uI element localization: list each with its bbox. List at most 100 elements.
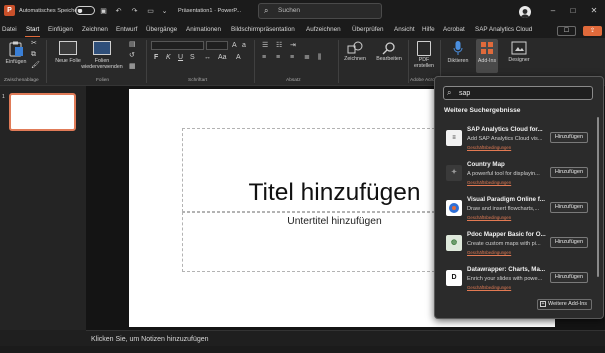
change-case-icon[interactable]: Aa xyxy=(218,53,227,62)
font-family-select[interactable] xyxy=(151,41,204,50)
tab-start[interactable]: Start xyxy=(26,26,39,33)
drawing-label[interactable]: Zeichnen xyxy=(340,56,370,62)
bullets-icon[interactable]: ☰ xyxy=(262,41,268,50)
comments-icon[interactable]: ☐ xyxy=(557,26,576,36)
pdf-icon[interactable] xyxy=(417,41,431,56)
tab-entwurf[interactable]: Entwurf xyxy=(116,26,137,33)
more-addins-button[interactable]: + Weitere Add-Ins xyxy=(537,299,592,310)
paste-icon[interactable] xyxy=(7,41,25,57)
powerpoint-window: P Automatisches Speichern ▣ ↶ ↷ ▭ ⌄ Präs… xyxy=(0,0,605,353)
group-separator xyxy=(146,40,147,83)
font-color-icon[interactable]: A xyxy=(236,53,241,62)
tab-datei[interactable]: Datei xyxy=(2,26,17,33)
char-spacing-icon[interactable]: ↔ xyxy=(204,53,211,62)
indent-icon[interactable]: ⇥ xyxy=(290,41,296,50)
new-slide-icon[interactable] xyxy=(59,41,77,55)
addins-button[interactable]: Add-Ins xyxy=(476,39,498,73)
tab-acrobat[interactable]: Acrobat xyxy=(443,26,465,33)
addin-name: Country Map xyxy=(467,161,505,168)
designer-label[interactable]: Designer xyxy=(503,57,535,63)
slideshow-icon[interactable]: ▭ xyxy=(146,7,155,16)
addins-search-input[interactable]: ⌕ sap xyxy=(443,86,593,100)
addins-icon xyxy=(480,41,494,55)
maximize-icon[interactable]: □ xyxy=(567,5,579,17)
quick-access-more-icon[interactable]: ⌄ xyxy=(160,7,169,16)
bold-icon[interactable]: F xyxy=(154,53,158,62)
addin-terms-link[interactable]: Geschäftsbedingungen xyxy=(467,285,511,290)
cut-icon[interactable]: ✂ xyxy=(31,39,37,48)
add-button[interactable]: Hinzufügen xyxy=(550,272,588,283)
tab-ueberpruefen[interactable]: Überprüfen xyxy=(352,26,384,33)
dictate-label[interactable]: Diktieren xyxy=(444,58,472,64)
addin-terms-link[interactable]: Geschäftsbedingungen xyxy=(467,250,511,255)
italic-icon[interactable]: K xyxy=(166,53,171,62)
strikethrough-icon[interactable]: S xyxy=(190,53,195,62)
group-separator xyxy=(254,40,255,83)
copy-icon[interactable]: ⧉ xyxy=(31,50,36,59)
addin-result: ≡ SAP Analytics Cloud for... Add SAP Ana… xyxy=(435,126,595,160)
reuse-slides-icon[interactable] xyxy=(93,41,111,55)
addin-name: Visual Paradigm Online f... xyxy=(467,196,545,203)
numbering-icon[interactable]: ☷ xyxy=(276,41,282,50)
create-pdf-label[interactable]: PDF erstellen xyxy=(412,57,436,69)
addins-search-value: sap xyxy=(459,90,471,97)
addin-result: ✦ Country Map A powerful tool for displa… xyxy=(435,161,595,195)
underline-icon[interactable]: U xyxy=(178,53,183,62)
slide-thumbnail[interactable] xyxy=(9,93,76,131)
grow-font-icon[interactable]: A xyxy=(232,41,237,50)
addin-terms-link[interactable]: Geschäftsbedingungen xyxy=(467,215,511,220)
addin-description: Enrich your slides with powe... xyxy=(467,276,543,282)
group-separator xyxy=(338,40,339,83)
editing-label[interactable]: Bearbeiten xyxy=(372,56,406,62)
close-icon[interactable]: ✕ xyxy=(588,5,600,17)
microphone-icon[interactable] xyxy=(453,40,463,56)
reuse-slides-label[interactable]: Folien wiederverwenden xyxy=(80,58,124,70)
find-icon[interactable] xyxy=(381,41,397,55)
autosave-toggle[interactable] xyxy=(75,6,95,15)
font-size-select[interactable] xyxy=(206,41,228,50)
add-button[interactable]: Hinzufügen xyxy=(550,167,588,178)
add-button[interactable]: Hinzufügen xyxy=(550,237,588,248)
align-center-icon[interactable]: ≡ xyxy=(276,53,280,62)
reset-icon[interactable]: ↺ xyxy=(129,51,135,60)
columns-icon[interactable]: ⫼ xyxy=(318,53,321,62)
designer-icon[interactable] xyxy=(511,41,527,55)
tab-animationen[interactable]: Animationen xyxy=(186,26,221,33)
addin-terms-link[interactable]: Geschäftsbedingungen xyxy=(467,180,511,185)
addin-description: Add SAP Analytics Cloud vis... xyxy=(467,136,543,142)
search-box[interactable]: ⌕ Suchen xyxy=(258,3,382,19)
document-title[interactable]: Präsentation1 · PowerP... xyxy=(178,8,241,14)
section-icon[interactable]: ▦ xyxy=(129,62,136,71)
popup-scrollbar-thumb[interactable] xyxy=(597,117,599,277)
tab-zeichnen[interactable]: Zeichnen xyxy=(82,26,108,33)
tab-hilfe[interactable]: Hilfe xyxy=(422,26,435,33)
align-left-icon[interactable]: ≡ xyxy=(262,53,266,62)
tab-aufzeichnen[interactable]: Aufzeichnen xyxy=(306,26,341,33)
user-avatar[interactable] xyxy=(519,6,531,18)
slide-thumbnail-number: 1 xyxy=(2,94,5,100)
undo-icon[interactable]: ↶ xyxy=(114,7,123,16)
layout-icon[interactable]: ▤ xyxy=(129,40,136,49)
notes-pane[interactable]: Klicken Sie, um Notizen hinzuzufügen xyxy=(86,330,605,346)
redo-icon[interactable]: ↷ xyxy=(130,7,139,16)
add-button[interactable]: Hinzufügen xyxy=(550,132,588,143)
format-painter-icon[interactable]: 🖌 xyxy=(31,61,40,70)
add-button[interactable]: Hinzufügen xyxy=(550,202,588,213)
tab-einfuegen[interactable]: Einfügen xyxy=(48,26,73,33)
shrink-font-icon[interactable]: a xyxy=(242,41,246,50)
addin-terms-link[interactable]: Geschäftsbedingungen xyxy=(467,145,511,150)
justify-icon[interactable]: ≣ xyxy=(304,53,310,62)
tab-uebergaenge[interactable]: Übergänge xyxy=(146,26,177,33)
tab-sap-analytics-cloud[interactable]: SAP Analytics Cloud xyxy=(475,26,532,33)
tab-bildschirmpraesentation[interactable]: Bildschirmpräsentation xyxy=(231,26,295,33)
shapes-icon[interactable] xyxy=(347,41,363,55)
datawrapper-icon: D xyxy=(446,270,462,286)
group-zwischenablage: Zwischenablage xyxy=(4,78,39,83)
align-right-icon[interactable]: ≡ xyxy=(290,53,294,62)
share-icon[interactable]: ⇪ xyxy=(583,26,602,36)
minimize-icon[interactable]: – xyxy=(547,5,559,17)
tab-ansicht[interactable]: Ansicht xyxy=(394,26,415,33)
active-tab-indicator xyxy=(25,35,40,37)
save-icon[interactable]: ▣ xyxy=(99,7,108,16)
paste-label[interactable]: Einfügen xyxy=(2,59,30,65)
